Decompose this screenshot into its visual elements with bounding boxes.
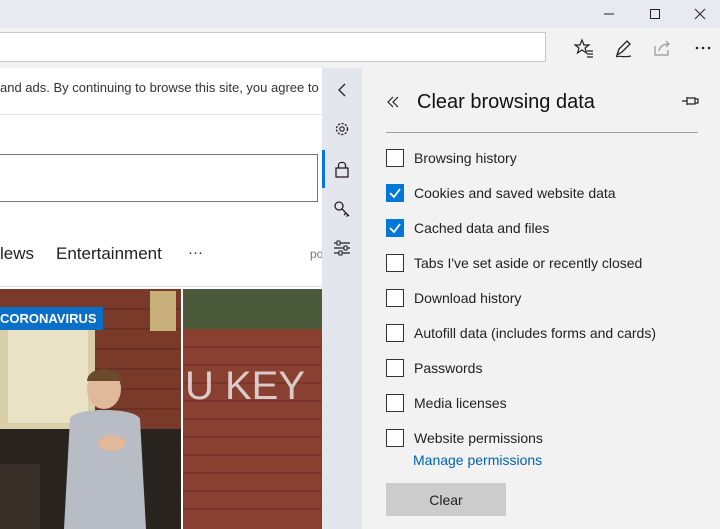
- close-button[interactable]: [677, 0, 720, 28]
- checkbox-passwords[interactable]: [386, 359, 404, 377]
- option-label: Autofill data (includes forms and cards): [414, 325, 656, 341]
- option-browsing-history[interactable]: Browsing history: [386, 147, 517, 169]
- title-bar: [0, 0, 720, 28]
- share-icon: [654, 40, 670, 56]
- checkmark-icon: [389, 188, 401, 199]
- divider: [0, 286, 322, 287]
- option-label: Tabs I've set aside or recently closed: [414, 255, 643, 271]
- news-photo-graffiti[interactable]: U KEY: [183, 289, 322, 529]
- option-label: Cached data and files: [414, 220, 550, 236]
- advanced-button[interactable]: [328, 234, 356, 262]
- privacy-lock-icon: [335, 161, 349, 178]
- clear-browsing-data-panel: Clear browsing data Browsing history Cook…: [362, 68, 720, 529]
- address-bar[interactable]: [0, 32, 546, 62]
- nav-item-entertainment[interactable]: Entertainment: [56, 244, 162, 264]
- option-label: Browsing history: [414, 150, 517, 166]
- category-badge: CORONAVIRUS: [0, 307, 103, 330]
- divider: [386, 132, 698, 133]
- pin-icon[interactable]: [681, 94, 699, 108]
- option-download-history[interactable]: Download history: [386, 287, 521, 309]
- pen-icon: [615, 40, 632, 58]
- passwords-key-icon: [334, 201, 350, 217]
- option-tabs-set-aside[interactable]: Tabs I've set aside or recently closed: [386, 252, 642, 274]
- option-website-permissions[interactable]: Website permissions: [386, 427, 543, 449]
- panel-title: Clear browsing data: [417, 91, 595, 113]
- clear-button[interactable]: Clear: [386, 483, 506, 516]
- checkbox-autofill[interactable]: [386, 324, 404, 342]
- checkbox-download-history[interactable]: [386, 289, 404, 307]
- option-label: Cookies and saved website data: [414, 185, 616, 201]
- web-note-button[interactable]: [609, 34, 637, 62]
- hub-icon-strip: [322, 68, 362, 529]
- option-media-licenses[interactable]: Media licenses: [386, 392, 507, 414]
- settings-gear-icon: [335, 122, 349, 136]
- option-label: Website permissions: [414, 430, 543, 446]
- more-icon: [695, 46, 711, 50]
- checkbox-browsing-history[interactable]: [386, 149, 404, 167]
- nav-item-news[interactable]: lews: [0, 244, 34, 264]
- option-label: Media licenses: [414, 395, 507, 411]
- option-label: Download history: [414, 290, 522, 306]
- checkbox-cached-data[interactable]: [386, 219, 404, 237]
- web-page: and ads. By continuing to browse this si…: [0, 68, 322, 529]
- option-cookies[interactable]: Cookies and saved website data: [386, 182, 616, 204]
- browser-toolbar: [0, 28, 720, 68]
- photo-graffiti-image: U KEY: [183, 289, 322, 529]
- checkbox-cookies[interactable]: [386, 184, 404, 202]
- graffiti-text: U KEY: [185, 364, 305, 408]
- option-cached-data[interactable]: Cached data and files: [386, 217, 549, 239]
- back-double-chevron-icon[interactable]: [386, 96, 400, 108]
- manage-permissions-link[interactable]: Manage permissions: [413, 452, 542, 468]
- maximize-icon: [650, 9, 660, 19]
- more-button[interactable]: [689, 34, 717, 62]
- active-indicator: [322, 150, 325, 188]
- favorites-button[interactable]: [570, 34, 598, 62]
- close-icon: [694, 8, 706, 20]
- maximize-button[interactable]: [632, 0, 678, 28]
- advanced-sliders-icon: [334, 240, 350, 256]
- news-photo-boy[interactable]: CORONAVIRUS: [0, 289, 181, 529]
- divider: [0, 114, 322, 115]
- minimize-button[interactable]: [586, 0, 632, 28]
- passwords-button[interactable]: [328, 195, 356, 223]
- favorites-star-icon: [574, 38, 593, 58]
- checkbox-media-licenses[interactable]: [386, 394, 404, 412]
- option-autofill[interactable]: Autofill data (includes forms and cards): [386, 322, 656, 344]
- checkmark-icon: [389, 223, 401, 234]
- cookie-notice: and ads. By continuing to browse this si…: [0, 80, 322, 95]
- nav-more[interactable]: ···: [188, 244, 203, 261]
- option-passwords[interactable]: Passwords: [386, 357, 482, 379]
- checkbox-website-permissions[interactable]: [386, 429, 404, 447]
- search-input[interactable]: [0, 154, 318, 202]
- nav-item-partial[interactable]: po: [310, 247, 322, 261]
- checkbox-tabs-set-aside[interactable]: [386, 254, 404, 272]
- share-button[interactable]: [648, 34, 676, 62]
- collapse-button[interactable]: [328, 76, 356, 104]
- back-chevron-icon: [338, 83, 346, 97]
- option-label: Passwords: [414, 360, 483, 376]
- settings-button[interactable]: [328, 115, 356, 143]
- privacy-button[interactable]: [328, 155, 356, 183]
- minimize-icon: [604, 13, 614, 15]
